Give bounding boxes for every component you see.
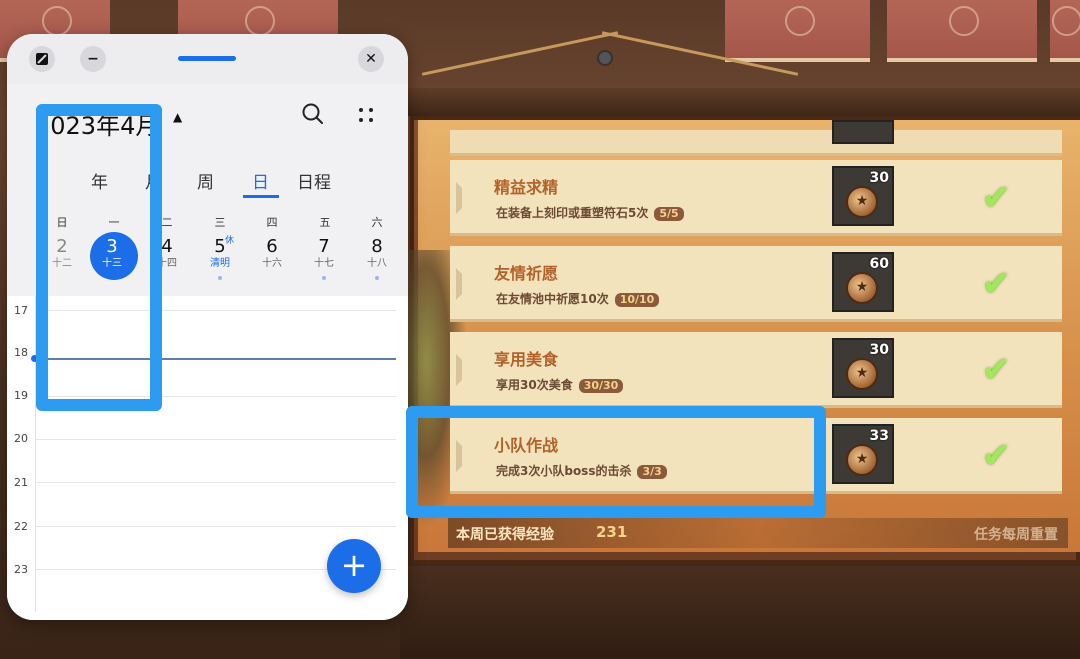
checkmark-icon: ✔ (982, 350, 1011, 390)
coin-icon (846, 186, 878, 218)
quest-row[interactable]: 精益求精 在装备上刻印或重塑符石5次 5/5 30 ✔ (450, 160, 1062, 236)
tab-week[interactable]: 周 (197, 168, 214, 193)
caret-up-icon[interactable]: ▲ (173, 110, 182, 124)
quest-description-text: 享用30次美食 (496, 378, 573, 392)
day-cell[interactable]: 5 休 清明 (198, 236, 242, 280)
checkmark-icon: ✔ (982, 264, 1011, 304)
day-cell[interactable]: 7 十七 (302, 236, 346, 280)
chevron-icon (456, 160, 486, 233)
hour-gridline (35, 526, 396, 527)
banner-decoration (725, 0, 870, 62)
quest-title: 精益求精 (494, 178, 559, 197)
hour-label: 19 (14, 389, 28, 402)
hour-label: 23 (14, 563, 28, 576)
highlight-box (406, 406, 826, 518)
window-titlebar[interactable]: − ✕ (7, 34, 408, 84)
active-tab-indicator (243, 195, 279, 198)
hour-gridline (35, 439, 396, 440)
weekly-exp-value: 231 (596, 523, 628, 541)
lunar-date: 十七 (314, 258, 334, 269)
reward-slot[interactable]: 30 (832, 338, 894, 398)
coin-icon (846, 358, 878, 390)
chevron-icon (456, 246, 486, 319)
tab-day[interactable]: 日 (252, 168, 269, 193)
event-dot (322, 276, 326, 280)
close-button[interactable]: ✕ (358, 46, 384, 72)
day-number: 6 (266, 236, 278, 257)
checkmark-icon: ✔ (982, 178, 1011, 218)
event-dot (375, 276, 379, 280)
weekly-reset-note: 任务每周重置 (974, 527, 1058, 543)
banner-decoration (887, 0, 1037, 62)
reward-amount: 30 (869, 342, 889, 358)
nail (597, 50, 613, 66)
hour-gridline (35, 482, 396, 483)
reward-slot[interactable]: 33 (832, 424, 894, 484)
day-cell[interactable]: 8 十八 (355, 236, 399, 280)
day-number: 7 (318, 236, 330, 257)
quest-description: 在友情池中祈愿10次 10/10 (496, 290, 660, 307)
drag-handle[interactable] (178, 56, 236, 61)
more-icon[interactable] (355, 104, 377, 126)
quest-progress: 10/10 (614, 293, 660, 307)
quest-progress: 30/30 (578, 379, 624, 393)
banner-decoration (1050, 0, 1080, 62)
coin-icon (846, 272, 878, 304)
hour-label: 21 (14, 476, 28, 489)
lunar-date: 十六 (262, 258, 282, 269)
chevron-icon (456, 332, 486, 405)
quest-description-text: 在友情池中祈愿10次 (496, 292, 609, 306)
weekday-label: 三 (214, 216, 226, 229)
highlight-box (36, 104, 162, 411)
weekday-label: 五 (319, 216, 331, 229)
coin-icon (846, 444, 878, 476)
add-event-button[interactable]: + (327, 539, 381, 593)
checkmark-icon: ✔ (982, 436, 1011, 476)
weekly-exp-bar: 本周已获得经验 231 任务每周重置 (448, 518, 1068, 548)
weekday-label: 四 (266, 216, 278, 229)
wooden-rail (400, 88, 1080, 116)
quest-row-partial (450, 120, 1062, 156)
quest-row[interactable]: 享用美食 享用30次美食 30/30 30 ✔ (450, 332, 1062, 408)
floor (400, 566, 1080, 659)
weekly-exp-label: 本周已获得经验 (456, 527, 554, 543)
lunar-date: 清明 (210, 258, 230, 269)
quest-row[interactable]: 友情祈愿 在友情池中祈愿10次 10/10 60 ✔ (450, 246, 1062, 322)
hour-label: 20 (14, 432, 28, 445)
search-icon[interactable] (301, 102, 325, 126)
hour-label: 22 (14, 520, 28, 533)
hour-label: 17 (14, 304, 28, 317)
weekday-label: 六 (371, 216, 383, 229)
expand-icon (36, 53, 48, 65)
quest-description-text: 在装备上刻印或重塑符石5次 (496, 206, 649, 220)
holiday-rest-tag: 休 (224, 236, 234, 246)
quest-progress: 5/5 (654, 207, 684, 221)
quest-description: 享用30次美食 30/30 (496, 376, 624, 393)
lunar-date: 十八 (367, 258, 387, 269)
quest-title: 友情祈愿 (494, 264, 559, 283)
day-number: 8 (371, 236, 383, 257)
quest-description: 在装备上刻印或重塑符石5次 5/5 (496, 204, 684, 221)
reward-amount: 60 (869, 256, 889, 272)
minimize-button[interactable]: − (80, 46, 106, 72)
reward-slot (832, 120, 894, 144)
reward-amount: 30 (869, 170, 889, 186)
reward-slot[interactable]: 30 (832, 166, 894, 226)
day-cell[interactable]: 6 十六 (250, 236, 294, 270)
reward-slot[interactable]: 60 (832, 252, 894, 312)
event-dot (218, 276, 222, 280)
tab-agenda[interactable]: 日程 (297, 168, 331, 193)
day-number: 5 (214, 236, 226, 257)
fullscreen-button[interactable] (29, 46, 55, 72)
quest-title: 享用美食 (494, 350, 559, 369)
reward-amount: 33 (869, 428, 889, 444)
